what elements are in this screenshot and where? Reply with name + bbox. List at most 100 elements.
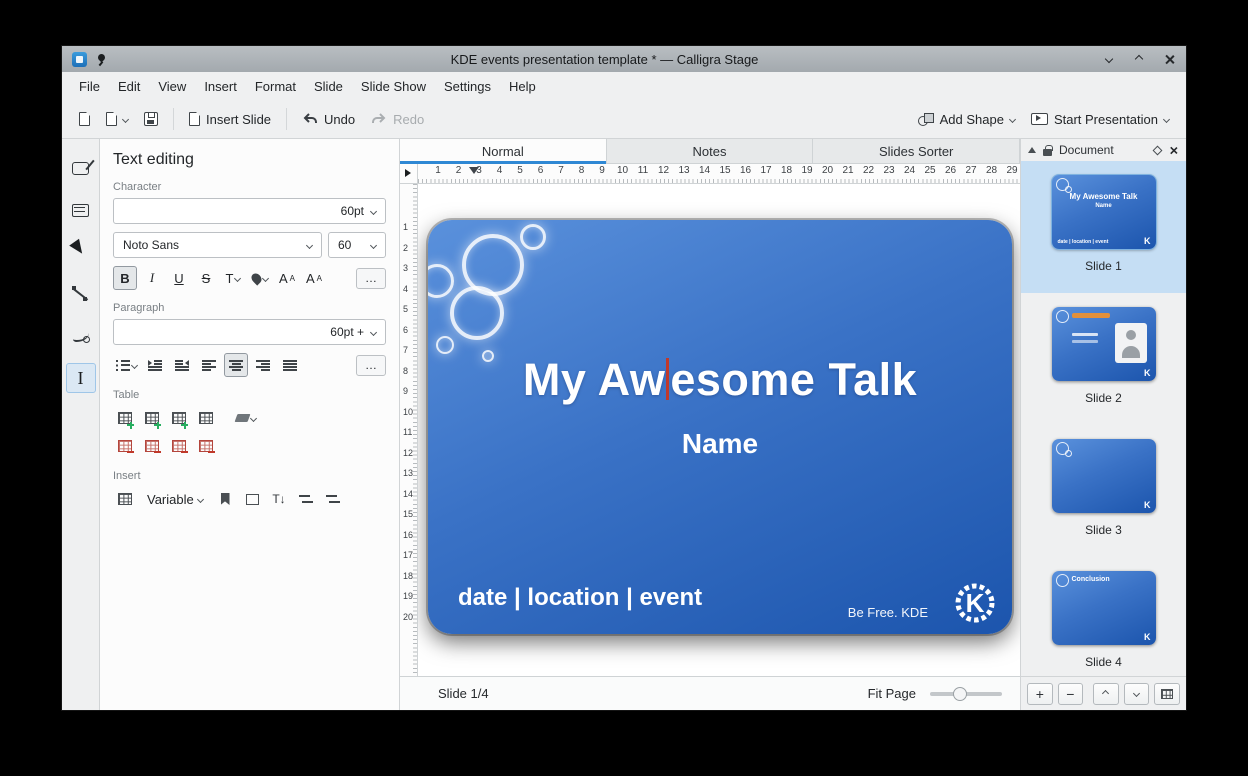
hruler-number: 15 (719, 165, 730, 176)
move-slide-up-button[interactable] (1093, 683, 1119, 705)
add-slide-button[interactable]: + (1027, 683, 1053, 705)
underline-button[interactable]: U (167, 266, 191, 290)
menu-item-format[interactable]: Format (246, 74, 305, 99)
tab-normal[interactable]: Normal (400, 139, 607, 164)
add-shape-button[interactable]: Add Shape (911, 106, 1022, 133)
menu-item-view[interactable]: View (149, 74, 195, 99)
save-button[interactable] (137, 106, 165, 132)
freehand-tool-button[interactable] (66, 321, 96, 351)
svg-text:K: K (966, 588, 985, 618)
collapse-icon[interactable] (1028, 143, 1036, 153)
slide-canvas[interactable]: My Awesome Talk Name date | location | e… (418, 184, 1020, 676)
tab-slides-sorter[interactable]: Slides Sorter (813, 139, 1020, 164)
increase-indent-button[interactable] (143, 353, 167, 377)
insert-table-grid-button[interactable] (194, 406, 218, 430)
slide-thumbnail-item-3[interactable]: K Slide 3 (1021, 425, 1186, 557)
slide-layout-tool-button[interactable] (66, 195, 96, 225)
slide-thumbnail-item-4[interactable]: Conclusion K Slide 4 (1021, 557, 1186, 676)
subscript-button[interactable]: AA (302, 266, 326, 290)
menu-item-settings[interactable]: Settings (435, 74, 500, 99)
vruler-number: 17 (403, 550, 413, 560)
slide-subtitle-textbox[interactable]: Name (428, 428, 1012, 460)
menu-item-insert[interactable]: Insert (195, 74, 246, 99)
lock-icon[interactable] (1043, 149, 1052, 156)
italic-button[interactable]: I (140, 266, 164, 290)
slide-3-thumbnail[interactable]: K (1052, 439, 1156, 513)
decrease-indent-button[interactable] (170, 353, 194, 377)
align-center-button[interactable] (224, 353, 248, 377)
slide-editor[interactable]: My Awesome Talk Name date | location | e… (428, 220, 1012, 634)
table-grid-icon (199, 412, 213, 424)
hruler-number: 2 (456, 165, 462, 176)
paragraph-more-button[interactable]: … (356, 355, 386, 376)
slide-thumbnail-item-2[interactable]: K Slide 2 (1021, 293, 1186, 425)
menu-item-help[interactable]: Help (500, 74, 545, 99)
text-tool-button[interactable]: I (66, 363, 96, 393)
insert-bookmark-button[interactable] (213, 487, 237, 511)
distribute-button[interactable] (321, 487, 345, 511)
move-slide-down-button[interactable] (1124, 683, 1150, 705)
menu-item-edit[interactable]: Edit (109, 74, 149, 99)
remove-slide-button[interactable]: − (1058, 683, 1084, 705)
minimize-button[interactable] (1102, 52, 1116, 66)
slide-2-thumbnail[interactable]: K (1052, 307, 1156, 381)
tab-notes[interactable]: Notes (607, 139, 814, 164)
redo-button[interactable]: Redo (364, 106, 431, 133)
table-border-pen-button[interactable] (233, 406, 259, 430)
slide-footer-textbox[interactable]: date | location | event (458, 584, 702, 612)
hruler-number: 6 (538, 165, 544, 176)
text-direction-button[interactable]: T↓ (267, 487, 291, 511)
docker-close-icon[interactable] (1169, 146, 1178, 155)
edit-shapes-tool-button[interactable] (66, 153, 96, 183)
bold-button[interactable]: B (113, 266, 137, 290)
start-presentation-button[interactable]: Start Presentation (1024, 106, 1176, 133)
delete-row-button[interactable] (113, 434, 137, 458)
merge-cells-button[interactable] (167, 434, 191, 458)
slides-overview-button[interactable] (1154, 683, 1180, 705)
character-style-combo[interactable]: 60pt (113, 198, 386, 224)
font-size-combo[interactable]: 60 (328, 232, 386, 258)
slide-thumbnail-item-1[interactable]: My Awesome Talk Name date | location | e… (1021, 161, 1186, 293)
strikethrough-button[interactable]: S (194, 266, 218, 290)
align-justify-button[interactable] (278, 353, 302, 377)
slide-title-textbox[interactable]: My Awesome Talk (428, 354, 1012, 406)
insert-column-left-button[interactable] (167, 406, 191, 430)
selection-tool-button[interactable] (66, 237, 96, 267)
pin-icon[interactable] (95, 53, 107, 66)
change-case-button[interactable]: T (221, 266, 245, 290)
text-color-button[interactable] (248, 266, 272, 290)
insert-row-above-button[interactable] (113, 406, 137, 430)
insert-variable-button[interactable]: Variable (140, 487, 210, 511)
open-document-button[interactable] (99, 106, 135, 132)
maximize-button[interactable] (1132, 52, 1146, 66)
font-family-combo[interactable]: Noto Sans (113, 232, 322, 258)
float-icon[interactable] (1153, 145, 1163, 155)
insert-table-button[interactable] (113, 487, 137, 511)
menu-item-slide-show[interactable]: Slide Show (352, 74, 435, 99)
delete-column-button[interactable] (140, 434, 164, 458)
zoom-slider[interactable] (930, 692, 1002, 696)
undo-button[interactable]: Undo (295, 106, 362, 133)
zoom-slider-handle[interactable] (953, 687, 967, 701)
align-left-button[interactable] (197, 353, 221, 377)
new-document-button[interactable] (72, 106, 97, 132)
superscript-button[interactable]: AA (275, 266, 299, 290)
menu-item-slide[interactable]: Slide (305, 74, 352, 99)
menu-item-file[interactable]: File (70, 74, 109, 99)
insert-frame-button[interactable] (240, 487, 264, 511)
insert-row-below-button[interactable] (140, 406, 164, 430)
zoom-mode-label[interactable]: Fit Page (868, 686, 916, 701)
thumb-subtitle-text: Name (1052, 203, 1156, 209)
slide-1-thumbnail[interactable]: My Awesome Talk Name date | location | e… (1052, 175, 1156, 249)
swap-direction-button[interactable] (294, 487, 318, 511)
connector-tool-button[interactable] (66, 279, 96, 309)
slide-4-thumbnail[interactable]: Conclusion K (1052, 571, 1156, 645)
align-right-button[interactable] (251, 353, 275, 377)
table-section-label: Table (113, 389, 386, 401)
character-more-button[interactable]: … (356, 268, 386, 289)
paragraph-style-combo[interactable]: 60pt + (113, 319, 386, 345)
close-button[interactable] (1162, 52, 1176, 66)
list-style-button[interactable] (113, 353, 140, 377)
split-cells-button[interactable] (194, 434, 218, 458)
insert-slide-button[interactable]: Insert Slide (182, 106, 278, 133)
